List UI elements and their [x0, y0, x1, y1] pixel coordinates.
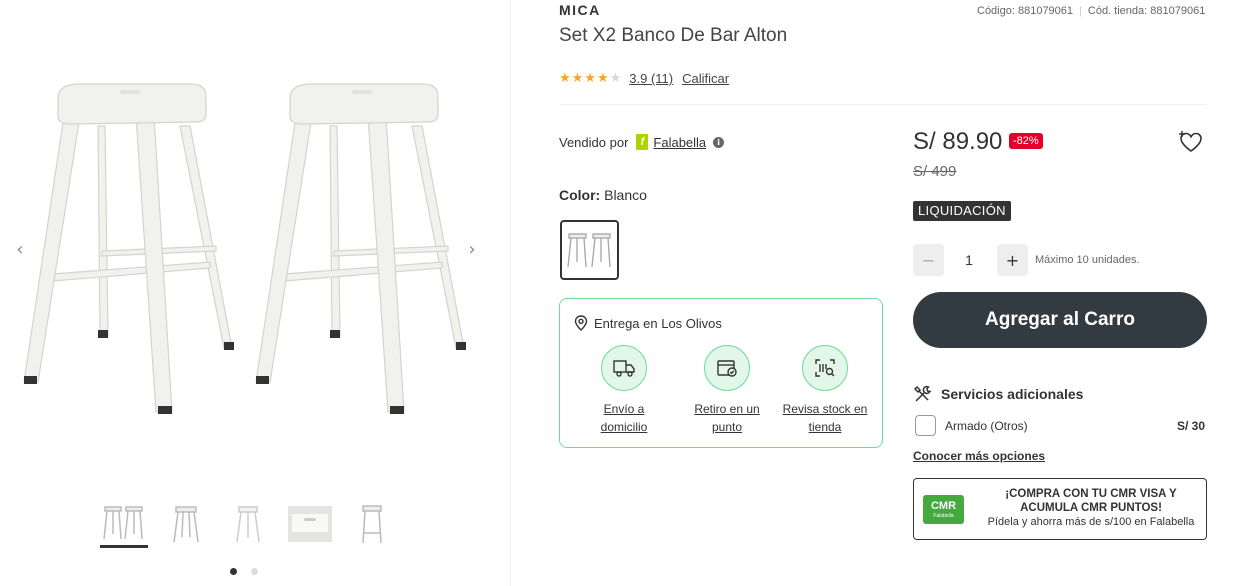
add-to-wishlist-heart-icon[interactable] [1178, 130, 1204, 154]
color-value: Blanco [604, 187, 647, 203]
option-check-stock-circle [802, 345, 848, 391]
brand-name[interactable]: MICA [559, 2, 601, 18]
info-icon[interactable]: i [713, 136, 725, 148]
thumbnail-3[interactable] [224, 500, 272, 548]
product-title: Set X2 Banco De Bar Alton [559, 25, 788, 46]
service-item: Armado (Otros) S/ 30 [915, 415, 1205, 436]
thumbnail-2-image [173, 506, 199, 543]
color-row: Color: Blanco [559, 187, 647, 203]
add-to-cart-button[interactable]: Agregar al Carro [913, 292, 1207, 348]
delivery-box: Entrega en Los Olivos Envío adomicilio [559, 298, 883, 448]
option-home-delivery-label: Envío a domicilio [600, 402, 648, 434]
color-swatch-blanco[interactable] [560, 220, 619, 280]
gallery-divider [510, 0, 511, 586]
gallery-pagination [230, 568, 258, 575]
store-code: Cód. tienda: 881079061 [1087, 5, 1206, 17]
service-name: Armado (Otros) [945, 418, 1028, 433]
thumbnail-2[interactable] [162, 500, 210, 548]
option-check-stock[interactable]: Revisa stock en tienda [780, 345, 870, 436]
store-pickup-icon [717, 360, 737, 377]
tools-icon [913, 385, 932, 402]
quantity-increase-button[interactable]: + [997, 244, 1028, 276]
product-code: Código: 881079061 [977, 5, 1074, 17]
stock-search-icon [815, 359, 835, 377]
color-label: Color: [559, 187, 601, 203]
header-divider [559, 104, 1207, 105]
codes-separator: | [1079, 5, 1082, 17]
thumbnail-5[interactable] [348, 500, 396, 548]
cmr-line-1: ¡COMPRA CON TU CMR VISA Y [1005, 488, 1177, 500]
rating-stars-icon: ★★★★★ [559, 71, 623, 86]
delivery-location[interactable]: Entrega en Los Olivos [574, 315, 722, 331]
product-codes: Código: 881079061 | Cód. tienda: 8810790… [977, 5, 1205, 17]
gallery-next-arrow-icon[interactable]: › [464, 240, 480, 260]
services-header: Servicios adicionales [913, 385, 1083, 403]
option-pickup-point[interactable]: Retiro en un punto [682, 345, 772, 436]
quantity-value[interactable]: 1 [955, 252, 983, 268]
thumbnail-4-image [288, 506, 332, 542]
thumbnail-3-image [236, 506, 260, 543]
truck-icon [613, 360, 635, 377]
service-price: S/ 30 [1176, 418, 1205, 433]
cmr-line-3: Pídela y ahorra más de s/100 en Falabell… [987, 516, 1195, 528]
quantity-decrease-button[interactable]: − [913, 244, 944, 276]
cmr-line-2: ACUMULA CMR PUNTOS! [1020, 502, 1162, 514]
services-title: Servicios adicionales [941, 386, 1084, 402]
product-gallery: ‹ › [0, 0, 510, 586]
quantity-max-text: Máximo 10 unidades. [1035, 254, 1140, 266]
rating-value-link[interactable]: 3.9 (11) [629, 71, 673, 86]
pagination-dot-2[interactable] [251, 568, 258, 575]
current-price: S/ 89.90 [913, 128, 1003, 155]
liquidation-badge: LIQUIDACIÓN [913, 201, 1011, 221]
thumbnail-1[interactable] [100, 500, 148, 548]
seller-label: Vendido por [559, 134, 629, 150]
seller-row: Vendido por f Falabella i [559, 134, 725, 150]
product-main-image [23, 83, 467, 415]
option-pickup-point-circle [704, 345, 750, 391]
option-check-stock-label: Revisa stock en tienda [782, 402, 868, 434]
thumbnail-1-image [103, 505, 143, 539]
option-home-delivery[interactable]: Envío a domicilio [579, 345, 669, 436]
more-options-link[interactable]: Conocer más opciones [913, 449, 1045, 463]
thumbnail-5-image [362, 505, 382, 544]
service-checkbox[interactable] [915, 415, 936, 436]
cmr-promo-text: ¡COMPRA CON TU CMR VISA Y ACUMULA CMR PU… [977, 487, 1205, 528]
original-price: S/ 499 [913, 163, 957, 180]
option-pickup-point-label: Retiro en un punto [694, 402, 760, 434]
thumbnail-strip [100, 500, 396, 552]
rating-row: ★★★★★ 3.9 (11) Calificar [559, 71, 729, 86]
falabella-logo-icon: f [636, 134, 649, 150]
option-home-delivery-circle [601, 345, 647, 391]
location-pin-icon [574, 315, 588, 331]
swatch-image [566, 233, 611, 268]
cmr-promo-banner[interactable]: CMR Falabella ¡COMPRA CON TU CMR VISA Y … [913, 478, 1207, 540]
rate-link[interactable]: Calificar [682, 71, 729, 86]
delivery-location-text: Entrega en Los Olivos [594, 315, 722, 331]
discount-badge: -82% [1009, 133, 1043, 149]
cmr-logo: CMR Falabella [923, 495, 964, 524]
seller-name-link[interactable]: Falabella [653, 135, 706, 150]
thumbnail-4[interactable] [286, 500, 334, 548]
pagination-dot-1[interactable] [230, 568, 237, 575]
